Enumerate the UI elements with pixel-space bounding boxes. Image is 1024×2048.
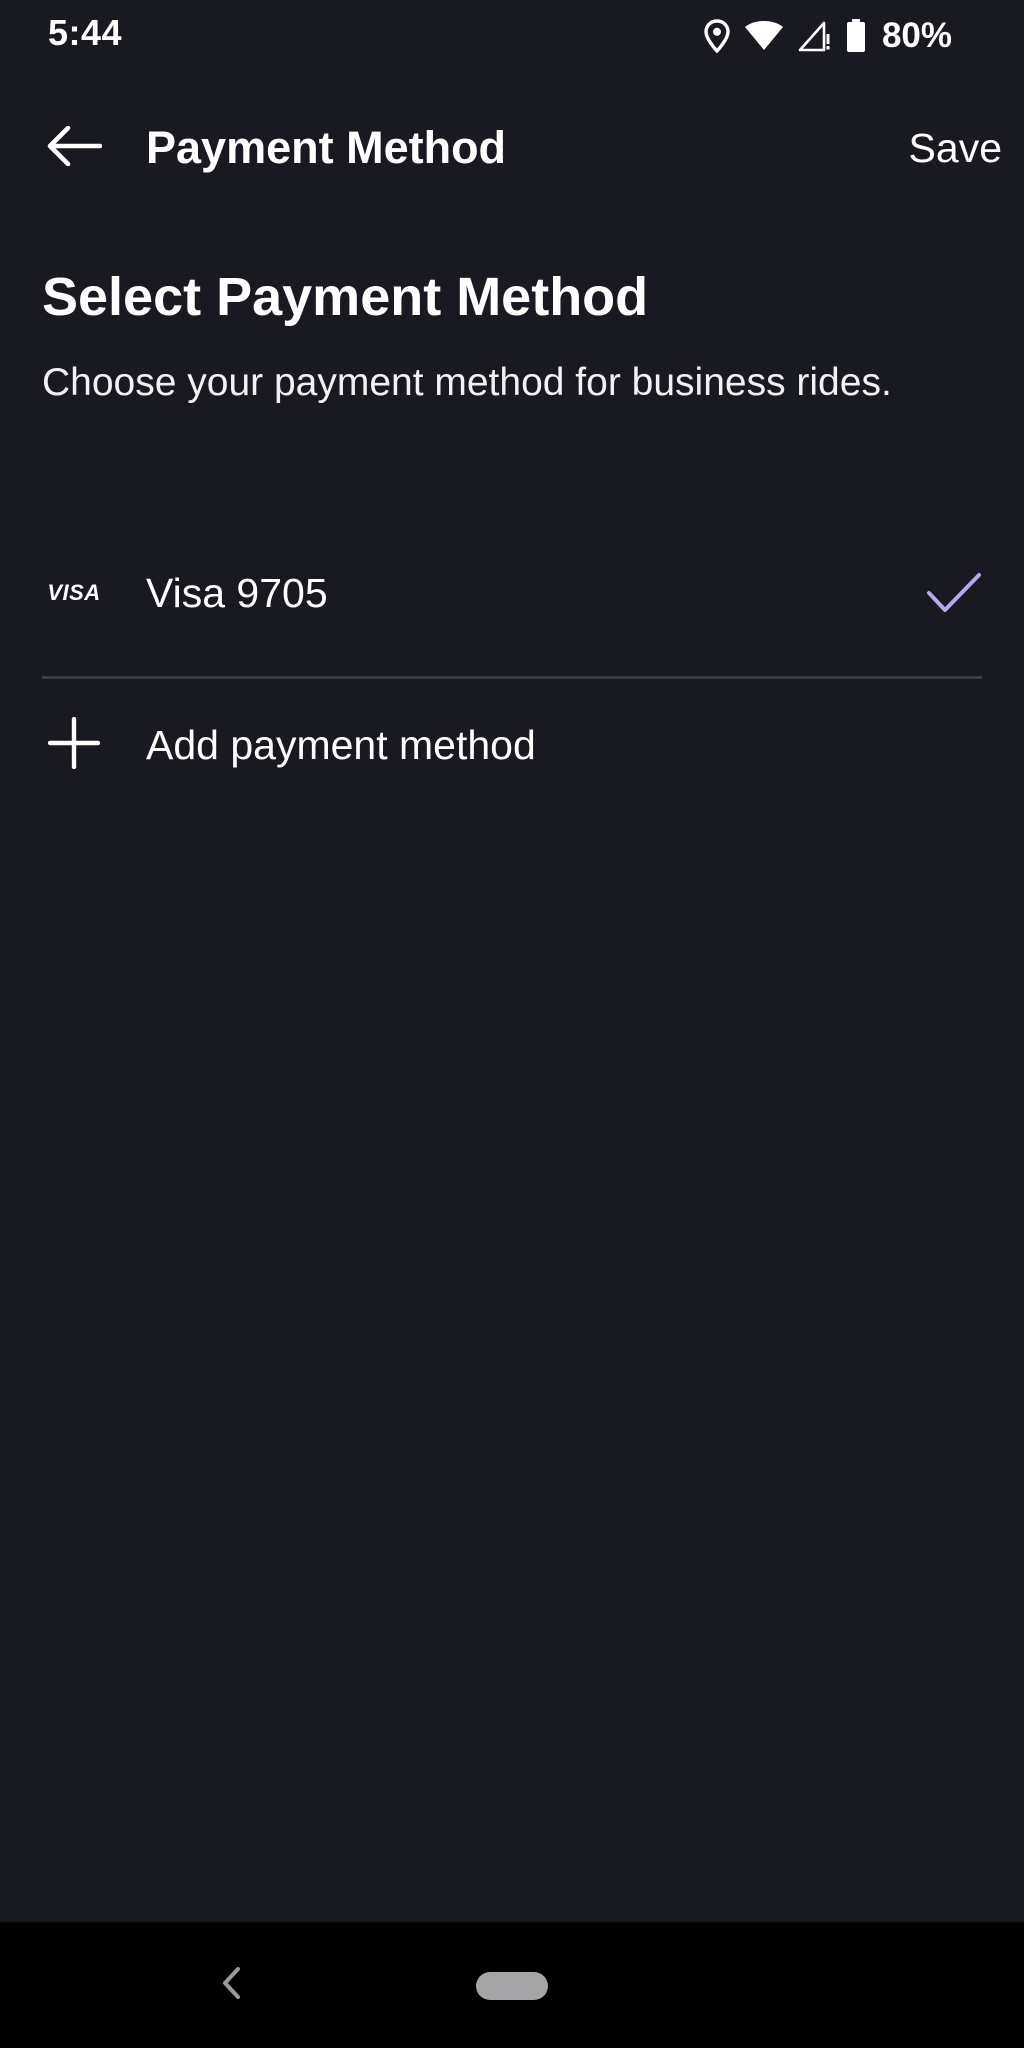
payment-method-row-visa[interactable]: VISA Visa 9705 — [0, 528, 1024, 658]
chevron-left-icon — [220, 1966, 242, 2005]
nav-home-pill[interactable] — [476, 1972, 548, 2000]
status-time: 5:44 — [48, 12, 123, 53]
status-bar: 5:44 80% — [0, 0, 1024, 74]
system-navigation-bar — [0, 1922, 1024, 2048]
save-button[interactable]: Save — [909, 118, 1002, 178]
battery-icon — [846, 19, 866, 53]
page-title: Payment Method — [146, 122, 507, 173]
payment-method-label: Visa 9705 — [146, 570, 328, 616]
add-payment-icon-wrap — [42, 713, 106, 777]
section-title: Select Payment Method — [42, 267, 649, 327]
location-icon — [704, 19, 730, 53]
divider — [42, 676, 982, 679]
back-button[interactable] — [36, 118, 112, 178]
visa-card-icon: VISA — [42, 561, 106, 625]
add-payment-method-button[interactable]: Add payment method — [0, 680, 1024, 810]
battery-percentage: 80% — [881, 16, 952, 55]
arrow-left-icon — [46, 125, 103, 171]
toolbar: Payment Method Save — [0, 100, 1024, 196]
visa-logo: VISA — [47, 580, 101, 605]
wifi-icon — [744, 20, 784, 52]
add-payment-label: Add payment method — [146, 722, 536, 768]
signal-icon — [798, 20, 832, 52]
section-description: Choose your payment method for business … — [42, 361, 892, 404]
plus-icon — [47, 716, 101, 774]
nav-back-button[interactable] — [206, 1960, 256, 2010]
status-icons: 80% — [704, 16, 952, 56]
main-content: Select Payment Method Choose your paymen… — [42, 262, 982, 410]
checkmark-icon — [926, 571, 982, 615]
